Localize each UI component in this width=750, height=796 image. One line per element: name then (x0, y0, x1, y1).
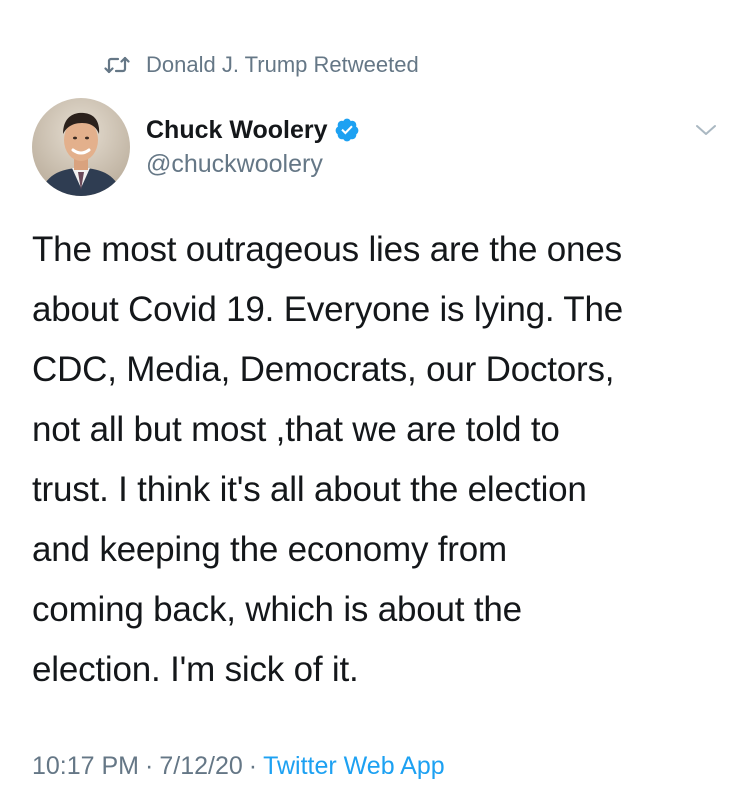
chevron-down-icon[interactable] (692, 116, 720, 144)
meta-separator: · (145, 751, 154, 780)
meta-separator: · (248, 751, 258, 780)
display-name[interactable]: Chuck Woolery (146, 116, 328, 145)
retweet-context: Donald J. Trump Retweeted (104, 50, 419, 80)
verified-badge-icon (334, 117, 360, 143)
user-meta: Chuck Woolery @chuckwoolery (146, 112, 360, 179)
avatar[interactable] (32, 98, 130, 196)
tweet-source-link[interactable]: Twitter Web App (263, 752, 445, 781)
user-handle[interactable]: @chuckwoolery (146, 150, 360, 179)
tweet-meta: 10:17 PM · 7/12/20 · Twitter Web App (32, 748, 445, 784)
tweet-text: The most outrageous lies are the ones ab… (32, 230, 623, 689)
tweet-header: Chuck Woolery @chuckwoolery (32, 98, 722, 198)
tweet-time[interactable]: 10:17 PM (32, 752, 139, 781)
tweet-date[interactable]: 7/12/20 (159, 752, 242, 781)
name-row: Chuck Woolery (146, 112, 360, 148)
retweet-label[interactable]: Donald J. Trump Retweeted (146, 52, 419, 78)
retweet-icon (104, 54, 130, 76)
